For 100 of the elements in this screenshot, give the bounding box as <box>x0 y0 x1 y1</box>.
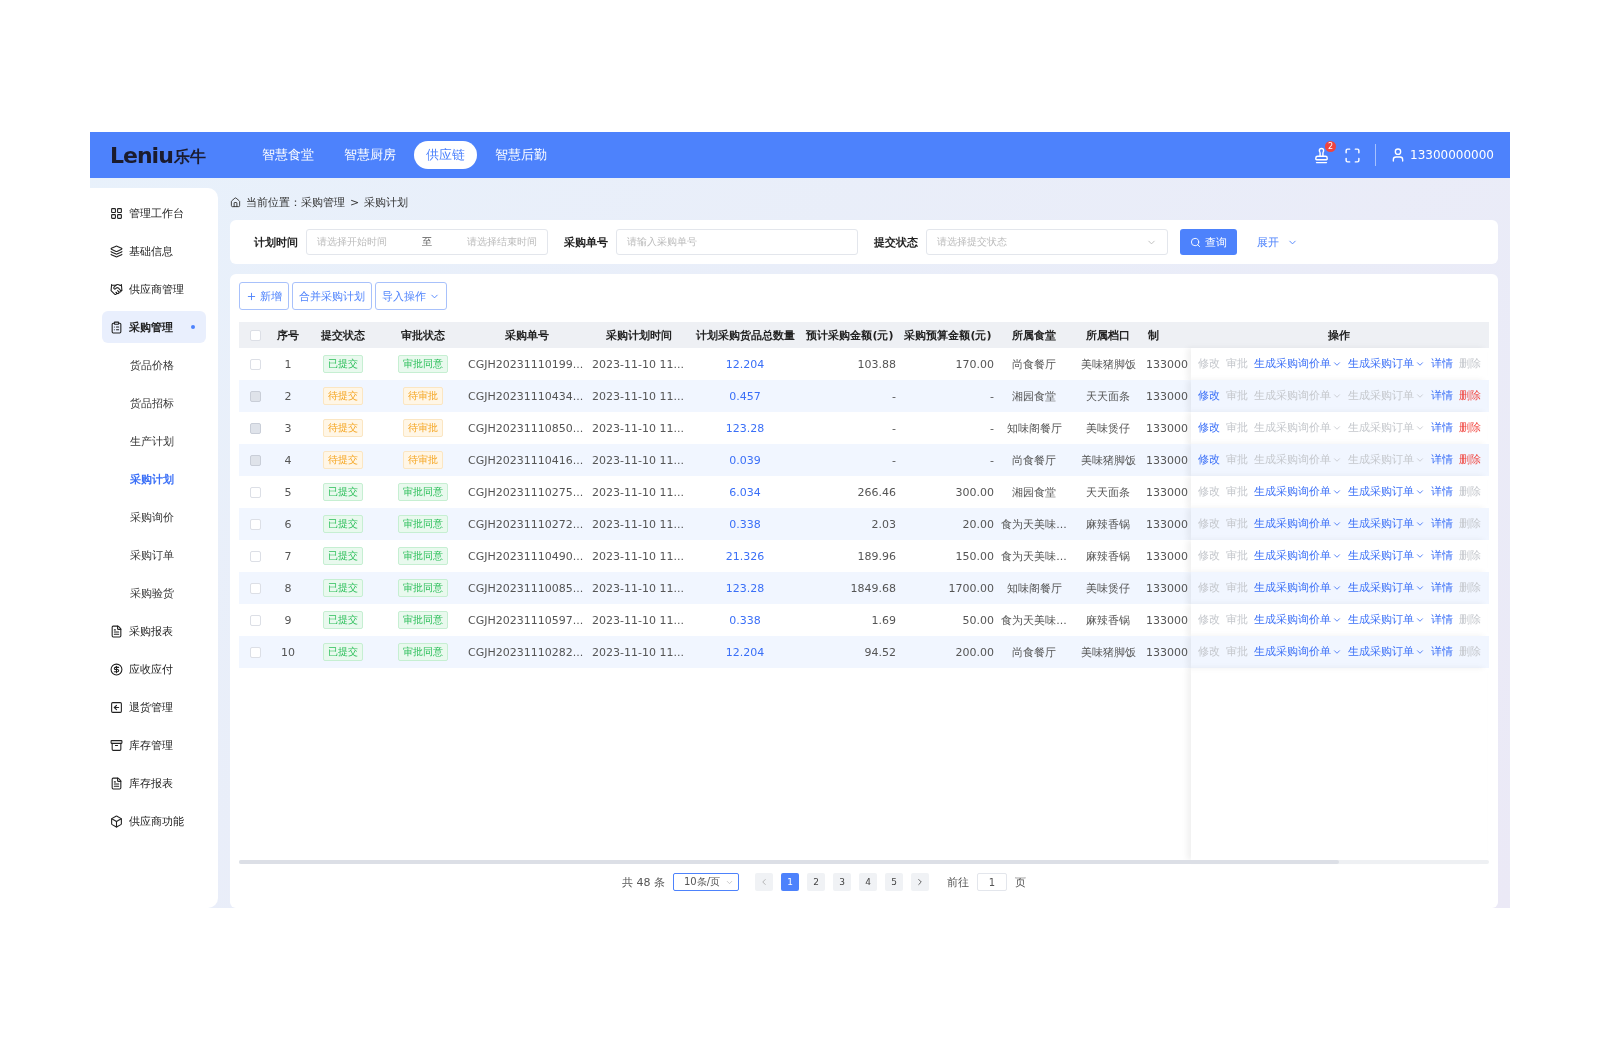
checkbox[interactable] <box>249 486 261 498</box>
table-cell-text: - <box>989 421 995 435</box>
action-link[interactable]: 详情 <box>1430 389 1453 403</box>
sidebar-item[interactable]: 应收应付 <box>102 653 206 685</box>
nav-tab[interactable]: 供应链 <box>414 141 477 169</box>
status-tag: 已提交 <box>323 355 363 373</box>
sidebar-item[interactable]: 基础信息 <box>102 235 206 267</box>
action-link[interactable]: 删除 <box>1458 453 1481 467</box>
action-link[interactable]: 生成采购询价单 <box>1253 517 1342 531</box>
action-link[interactable]: 修改 <box>1197 421 1220 435</box>
page-button[interactable]: 2 <box>807 873 825 891</box>
nav-tab[interactable]: 智慧厨房 <box>332 141 408 169</box>
user-icon[interactable] <box>1390 147 1406 163</box>
toolbar-button[interactable]: 导入操作 <box>375 282 447 310</box>
breadcrumb-item: 当前位置：采购管理 <box>246 194 345 210</box>
sidebar-item[interactable]: 供应商功能 <box>102 805 206 837</box>
action-link[interactable]: 详情 <box>1430 613 1453 627</box>
page-button[interactable]: 1 <box>781 873 799 891</box>
page-input[interactable]: 1 <box>977 873 1007 891</box>
action-link[interactable]: 详情 <box>1430 549 1453 563</box>
checkbox[interactable] <box>249 518 261 530</box>
action-link[interactable]: 生成采购订单 <box>1347 357 1425 371</box>
checkbox[interactable] <box>249 329 261 341</box>
table-cell-text: CGJH20231110416... <box>467 453 585 467</box>
action-link[interactable]: 生成采购询价单 <box>1253 581 1342 595</box>
sidebar-subitem[interactable]: 货品招标 <box>90 384 218 422</box>
table-cell-text: 尚食餐厅 <box>1011 644 1057 660</box>
total-count: 共 48 条 <box>622 874 665 890</box>
table-cell-text: 天天面条 <box>1085 484 1131 500</box>
table-cell-text: 133000 <box>1145 485 1189 499</box>
date-range-field[interactable]: 请选择开始时间 至 请选择结束时间 <box>306 229 548 255</box>
sidebar-item[interactable]: 供应商管理 <box>102 273 206 305</box>
checkbox[interactable] <box>249 550 261 562</box>
checkbox[interactable] <box>249 646 261 658</box>
sidebar-subitem[interactable]: 生产计划 <box>90 422 218 460</box>
sidebar-subitem[interactable]: 采购计划 <box>90 460 218 498</box>
sidebar-subitem[interactable]: 货品价格 <box>90 346 218 384</box>
table-cell-text: 266.46 <box>856 485 897 499</box>
archive-icon <box>110 738 123 752</box>
sidebar-item[interactable]: 管理工作台 <box>102 197 206 229</box>
sidebar-item[interactable]: 退货管理 <box>102 691 206 723</box>
action-link[interactable]: 详情 <box>1430 581 1453 595</box>
chevron-down-icon <box>1331 551 1342 561</box>
scrollbar[interactable] <box>239 860 1489 864</box>
page-button[interactable]: 3 <box>833 873 851 891</box>
action-link[interactable]: 详情 <box>1430 453 1453 467</box>
action-link[interactable]: 修改 <box>1197 389 1220 403</box>
expand-link[interactable]: 展开 <box>1251 233 1304 251</box>
user-name[interactable]: 13300000000 <box>1410 148 1494 162</box>
table-cell-text: CGJH20231110275... <box>467 485 585 499</box>
stamp-icon[interactable] <box>1313 146 1330 164</box>
action-link[interactable]: 详情 <box>1430 421 1453 435</box>
chevron-down-icon <box>1414 583 1425 593</box>
toolbar-button[interactable]: 合并采购计划 <box>292 282 372 310</box>
sidebar-item[interactable]: 采购管理 <box>102 311 206 343</box>
action-link[interactable]: 生成采购订单 <box>1347 613 1425 627</box>
action-link[interactable]: 详情 <box>1430 645 1453 659</box>
layers-icon <box>110 244 123 258</box>
action-link[interactable]: 生成采购订单 <box>1347 645 1425 659</box>
prev-page-button[interactable] <box>755 873 773 891</box>
checkbox[interactable] <box>249 614 261 626</box>
action-link[interactable]: 删除 <box>1458 421 1481 435</box>
action-link[interactable]: 生成采购询价单 <box>1253 485 1342 499</box>
action-link[interactable]: 生成采购询价单 <box>1253 645 1342 659</box>
nav-tab[interactable]: 智慧食堂 <box>250 141 326 169</box>
action-link[interactable]: 详情 <box>1430 485 1453 499</box>
table-cell-text: 食为天美味... <box>1000 516 1068 532</box>
action-link[interactable]: 详情 <box>1430 517 1453 531</box>
page-button[interactable]: 5 <box>885 873 903 891</box>
fullscreen-icon[interactable] <box>1344 146 1361 164</box>
action-link[interactable]: 生成采购订单 <box>1347 485 1425 499</box>
nav-tab[interactable]: 智慧后勤 <box>483 141 559 169</box>
table-cell-text: 2023-11-10 11... <box>591 613 685 627</box>
next-page-button[interactable] <box>911 873 929 891</box>
action-link[interactable]: 生成采购询价单 <box>1253 357 1342 371</box>
sidebar-item[interactable]: 库存管理 <box>102 729 206 761</box>
action-link[interactable]: 生成采购订单 <box>1347 517 1425 531</box>
action-link[interactable]: 修改 <box>1197 453 1220 467</box>
search-button[interactable]: 查询 <box>1180 229 1237 255</box>
sidebar-subitem[interactable]: 采购验货 <box>90 574 218 612</box>
action-link[interactable]: 生成采购询价单 <box>1253 613 1342 627</box>
action-link[interactable]: 生成采购订单 <box>1347 549 1425 563</box>
action-link[interactable]: 生成采购订单 <box>1347 581 1425 595</box>
table-cell-text: 食为天美味... <box>1000 548 1068 564</box>
clipboard-icon <box>110 320 123 334</box>
sidebar-subitem[interactable]: 采购询价 <box>90 498 218 536</box>
action-link[interactable]: 详情 <box>1430 357 1453 371</box>
table-cell-text: 133000 <box>1145 581 1189 595</box>
action-link[interactable]: 生成采购询价单 <box>1253 549 1342 563</box>
page-size-select[interactable]: 10条/页 <box>673 873 739 891</box>
sidebar-item[interactable]: 采购报表 <box>102 615 206 647</box>
sidebar-subitem[interactable]: 采购订单 <box>90 536 218 574</box>
toolbar-button[interactable]: 新增 <box>239 282 289 310</box>
checkbox[interactable] <box>249 358 261 370</box>
table-cell-text: 94.52 <box>863 645 897 659</box>
handshake-icon <box>110 282 123 296</box>
checkbox[interactable] <box>249 582 261 594</box>
action-link[interactable]: 删除 <box>1458 389 1481 403</box>
page-button[interactable]: 4 <box>859 873 877 891</box>
sidebar-item[interactable]: 库存报表 <box>102 767 206 799</box>
